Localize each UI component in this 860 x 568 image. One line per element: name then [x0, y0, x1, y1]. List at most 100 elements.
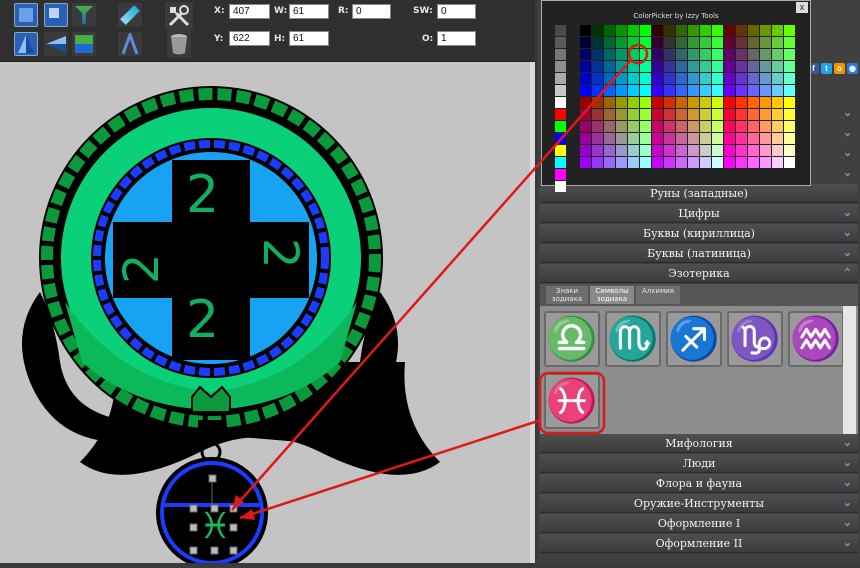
- color-swatch[interactable]: [760, 73, 771, 84]
- color-swatch[interactable]: [784, 37, 795, 48]
- color-swatch[interactable]: [652, 37, 663, 48]
- height-field[interactable]: 61: [289, 31, 329, 46]
- color-swatch[interactable]: [664, 121, 675, 132]
- color-swatch[interactable]: [712, 157, 723, 168]
- color-swatch[interactable]: [712, 25, 723, 36]
- color-swatch[interactable]: [784, 109, 795, 120]
- color-swatch[interactable]: [760, 49, 771, 60]
- color-swatch[interactable]: [784, 25, 795, 36]
- color-swatch[interactable]: [664, 97, 675, 108]
- color-swatch[interactable]: [628, 49, 639, 60]
- color-swatch[interactable]: [712, 145, 723, 156]
- tab-zodiac-symbols[interactable]: Символы зодиака: [590, 286, 634, 304]
- color-swatch[interactable]: [628, 85, 639, 96]
- color-swatch[interactable]: [580, 97, 591, 108]
- symbol-aquarius[interactable]: ♒: [788, 311, 844, 367]
- color-swatch[interactable]: [616, 73, 627, 84]
- color-swatch[interactable]: [688, 133, 699, 144]
- color-swatch[interactable]: [700, 49, 711, 60]
- color-swatch[interactable]: [748, 73, 759, 84]
- color-swatch[interactable]: [676, 145, 687, 156]
- design-canvas[interactable]: 2 2 2 2 ♓: [0, 62, 535, 568]
- width-field[interactable]: 61: [289, 4, 329, 19]
- color-swatch[interactable]: [688, 73, 699, 84]
- bucket-icon[interactable]: [167, 30, 191, 58]
- color-swatch[interactable]: [688, 157, 699, 168]
- color-swatch[interactable]: [688, 121, 699, 132]
- color-swatch[interactable]: [748, 109, 759, 120]
- color-swatch[interactable]: [748, 97, 759, 108]
- color-swatch[interactable]: [724, 145, 735, 156]
- color-swatch[interactable]: [772, 85, 783, 96]
- color-swatch[interactable]: [664, 157, 675, 168]
- color-swatch[interactable]: [628, 157, 639, 168]
- color-swatch[interactable]: [616, 61, 627, 72]
- flip-horizontal-icon[interactable]: [44, 32, 68, 56]
- symbol-sagittarius[interactable]: ♐: [666, 311, 722, 367]
- color-swatch[interactable]: [580, 145, 591, 156]
- color-swatch[interactable]: [580, 109, 591, 120]
- color-swatch[interactable]: [760, 37, 771, 48]
- color-swatch[interactable]: [628, 61, 639, 72]
- color-swatch[interactable]: [555, 121, 566, 132]
- color-swatch[interactable]: [760, 121, 771, 132]
- share-icon[interactable]: ◉: [847, 63, 858, 74]
- color-swatch[interactable]: [784, 85, 795, 96]
- color-swatch[interactable]: [652, 121, 663, 132]
- color-swatch[interactable]: [628, 133, 639, 144]
- color-swatch[interactable]: [664, 133, 675, 144]
- color-swatch[interactable]: [760, 145, 771, 156]
- shape-corner-icon[interactable]: [44, 3, 68, 27]
- tab-zodiac-signs[interactable]: Знаки зодиака: [546, 286, 588, 304]
- color-swatch[interactable]: [772, 157, 783, 168]
- color-swatch[interactable]: [555, 37, 566, 48]
- color-swatch[interactable]: [580, 25, 591, 36]
- color-swatch[interactable]: [616, 133, 627, 144]
- color-swatch[interactable]: [616, 85, 627, 96]
- color-swatch[interactable]: [760, 85, 771, 96]
- color-swatch[interactable]: [688, 61, 699, 72]
- color-swatch[interactable]: [676, 97, 687, 108]
- color-swatch[interactable]: [700, 97, 711, 108]
- color-swatch[interactable]: [736, 133, 747, 144]
- color-swatch[interactable]: [712, 37, 723, 48]
- color-swatch[interactable]: [640, 109, 651, 120]
- color-swatch[interactable]: [676, 157, 687, 168]
- color-swatch[interactable]: [700, 25, 711, 36]
- color-swatch[interactable]: [604, 37, 615, 48]
- color-swatch[interactable]: [772, 61, 783, 72]
- color-swatch[interactable]: [664, 49, 675, 60]
- color-swatch[interactable]: [664, 37, 675, 48]
- color-swatch[interactable]: [760, 109, 771, 120]
- color-swatch[interactable]: [724, 85, 735, 96]
- color-swatch[interactable]: [688, 145, 699, 156]
- color-swatch[interactable]: [592, 25, 603, 36]
- category-mythology[interactable]: Мифология ⌄: [540, 434, 858, 453]
- color-swatch[interactable]: [580, 157, 591, 168]
- color-swatch[interactable]: [616, 145, 627, 156]
- color-swatch[interactable]: [555, 181, 566, 192]
- color-swatch[interactable]: [712, 109, 723, 120]
- symbol-scorpio[interactable]: ♏: [605, 311, 661, 367]
- odnoklassniki-icon[interactable]: o: [834, 63, 845, 74]
- color-swatch[interactable]: [736, 97, 747, 108]
- color-swatch[interactable]: [640, 121, 651, 132]
- color-swatch[interactable]: [652, 25, 663, 36]
- color-swatch[interactable]: [604, 97, 615, 108]
- color-swatch[interactable]: [736, 61, 747, 72]
- color-swatch[interactable]: [555, 61, 566, 72]
- color-swatch[interactable]: [592, 37, 603, 48]
- color-swatch[interactable]: [712, 73, 723, 84]
- symbol-scrollbar[interactable]: [843, 306, 856, 434]
- color-swatch[interactable]: [592, 133, 603, 144]
- category-runes-western[interactable]: Руны (западные): [540, 184, 858, 203]
- color-swatch[interactable]: [748, 25, 759, 36]
- color-swatch[interactable]: [748, 85, 759, 96]
- category-esoterics[interactable]: Эзотерика ⌃: [540, 264, 858, 283]
- color-swatch[interactable]: [676, 49, 687, 60]
- color-swatch[interactable]: [760, 97, 771, 108]
- symbol-capricorn[interactable]: ♑: [727, 311, 783, 367]
- color-swatch[interactable]: [604, 25, 615, 36]
- color-swatch[interactable]: [652, 61, 663, 72]
- color-swatch[interactable]: [772, 133, 783, 144]
